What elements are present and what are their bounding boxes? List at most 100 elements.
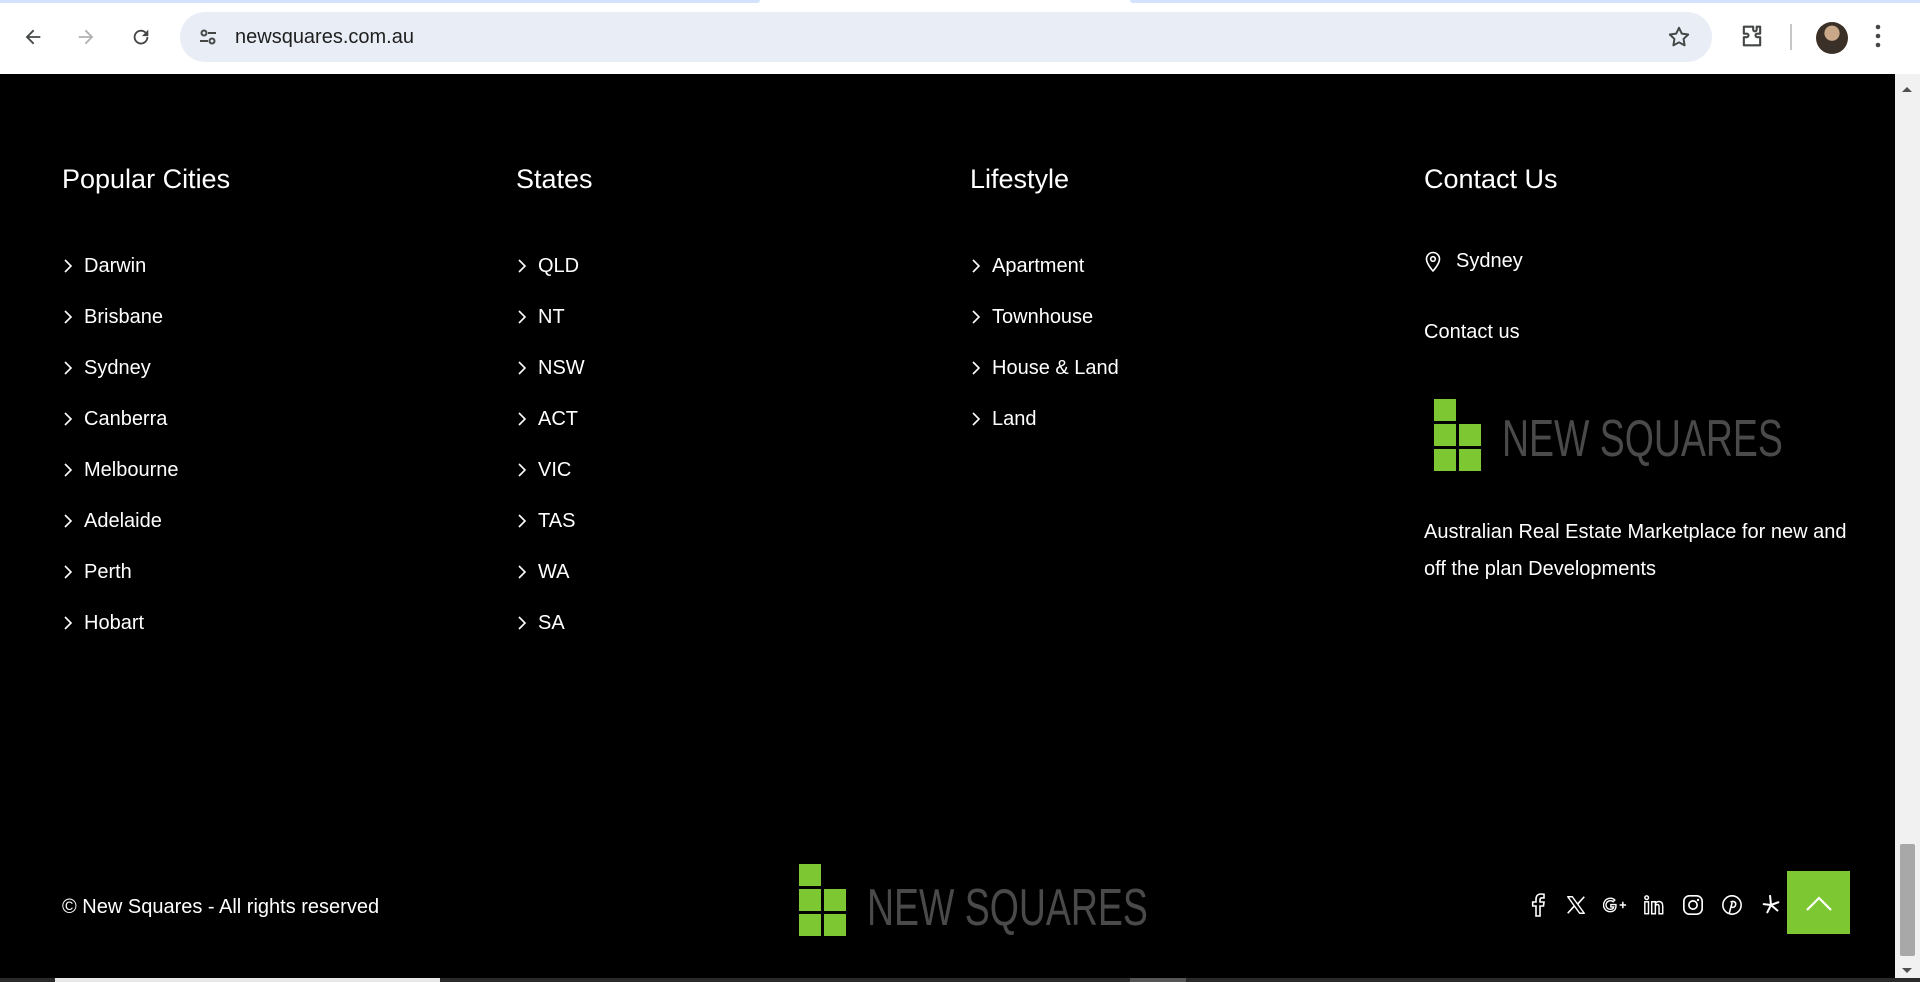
footer-link-brisbane[interactable]: Brisbane — [62, 305, 179, 356]
link-label[interactable]: Townhouse — [992, 305, 1093, 329]
column-heading: Lifestyle — [970, 164, 1070, 194]
link-label[interactable]: Land — [992, 407, 1037, 431]
google-plus-icon[interactable] — [1602, 892, 1628, 918]
site-footer: Popular Cities Darwin Brisbane Sydney Ca… — [0, 74, 1895, 978]
link-label[interactable]: Apartment — [992, 254, 1084, 278]
footer-column-contact: Contact Us Sydney Contact us NEW SQUARES… — [1424, 74, 1864, 774]
footer-link-qld[interactable]: QLD — [516, 254, 585, 305]
browser-toolbar: newsquares.com.au — [0, 0, 1920, 74]
link-label[interactable]: TAS — [538, 509, 575, 533]
address-bar[interactable]: newsquares.com.au — [180, 12, 1712, 62]
footer-link-sydney[interactable]: Sydney — [62, 356, 179, 407]
lifestyle-list: Apartment Townhouse House & Land Land — [970, 254, 1119, 458]
url-text[interactable]: newsquares.com.au — [235, 26, 414, 49]
chevron-right-icon — [62, 560, 84, 584]
reload-icon — [133, 29, 149, 45]
horizontal-scroll-thumb[interactable] — [55, 978, 440, 982]
footer-link-canberra[interactable]: Canberra — [62, 407, 179, 458]
contact-location: Sydney — [1424, 250, 1523, 273]
site-tagline: Australian Real Estate Marketplace for n… — [1424, 521, 1847, 580]
link-label[interactable]: Perth — [84, 560, 132, 584]
toolbar-divider — [1790, 24, 1792, 50]
link-label[interactable]: Sydney — [84, 356, 151, 380]
footer-link-hobart[interactable]: Hobart — [62, 611, 179, 662]
column-heading: Contact Us — [1424, 164, 1558, 194]
back-to-top-button[interactable] — [1787, 871, 1850, 934]
chevron-right-icon — [62, 356, 84, 380]
link-label[interactable]: Hobart — [84, 611, 144, 635]
page-scrollbar[interactable] — [1895, 74, 1920, 978]
scroll-up-arrow-icon[interactable] — [1901, 80, 1913, 98]
forward-button[interactable] — [69, 20, 103, 54]
link-label[interactable]: NT — [538, 305, 565, 329]
back-button[interactable] — [16, 20, 50, 54]
chevron-right-icon — [970, 254, 992, 278]
yelp-icon[interactable] — [1758, 892, 1784, 918]
footer-link-vic[interactable]: VIC — [516, 458, 585, 509]
footer-link-nsw[interactable]: NSW — [516, 356, 585, 407]
chevron-right-icon — [62, 254, 84, 278]
footer-link-wa[interactable]: WA — [516, 560, 585, 611]
footer-logo[interactable]: NEW SQUARES — [799, 864, 1148, 946]
footer-link-act[interactable]: ACT — [516, 407, 585, 458]
chevron-right-icon — [970, 407, 992, 431]
footer-link-house-and-land[interactable]: House & Land — [970, 356, 1119, 407]
contact-us-link[interactable]: Contact us — [1424, 321, 1520, 344]
footer-link-apartment[interactable]: Apartment — [970, 254, 1119, 305]
column-heading: States — [516, 164, 593, 194]
footer-link-perth[interactable]: Perth — [62, 560, 179, 611]
chevron-right-icon — [62, 611, 84, 635]
footer-link-land[interactable]: Land — [970, 407, 1119, 458]
link-label[interactable]: NSW — [538, 356, 585, 380]
link-label[interactable]: House & Land — [992, 356, 1119, 380]
reload-button[interactable] — [124, 20, 158, 54]
chevron-right-icon — [970, 305, 992, 329]
site-info-icon[interactable] — [196, 25, 220, 54]
link-label[interactable]: Adelaide — [84, 509, 162, 533]
chevron-right-icon — [516, 407, 538, 431]
footer-link-melbourne[interactable]: Melbourne — [62, 458, 179, 509]
chevron-right-icon — [62, 407, 84, 431]
x-twitter-icon[interactable] — [1563, 892, 1589, 918]
link-label[interactable]: ACT — [538, 407, 578, 431]
chevron-right-icon — [62, 458, 84, 482]
map-pin-icon — [1424, 251, 1456, 273]
instagram-icon[interactable] — [1680, 892, 1706, 918]
pinterest-icon[interactable] — [1719, 892, 1745, 918]
link-label[interactable]: Melbourne — [84, 458, 179, 482]
footer-link-tas[interactable]: TAS — [516, 509, 585, 560]
link-label[interactable]: Brisbane — [84, 305, 163, 329]
chevron-right-icon — [970, 356, 992, 380]
chevron-right-icon — [516, 356, 538, 380]
linkedin-icon[interactable] — [1641, 892, 1667, 918]
footer-link-townhouse[interactable]: Townhouse — [970, 305, 1119, 356]
link-label[interactable]: WA — [538, 560, 569, 584]
footer-link-darwin[interactable]: Darwin — [62, 254, 179, 305]
link-label[interactable]: Canberra — [84, 407, 167, 431]
link-label[interactable]: Darwin — [84, 254, 146, 278]
copyright-text: © New Squares - All rights reserved — [62, 896, 380, 918]
chevron-right-icon — [516, 305, 538, 329]
popular-cities-list: Darwin Brisbane Sydney Canberra Melbourn… — [62, 254, 179, 662]
chevron-up-icon — [1805, 895, 1832, 911]
logo-wordmark: NEW SQUARES — [1502, 410, 1783, 468]
chevron-right-icon — [516, 458, 538, 482]
facebook-icon[interactable] — [1525, 892, 1551, 918]
footer-link-nt[interactable]: NT — [516, 305, 585, 356]
tab-strip — [0, 0, 1920, 4]
kebab-menu-icon[interactable] — [1874, 22, 1882, 55]
link-label[interactable]: SA — [538, 611, 565, 635]
extensions-puzzle-icon[interactable] — [1738, 22, 1766, 55]
footer-link-sa[interactable]: SA — [516, 611, 585, 662]
horizontal-scroll-strip — [0, 978, 1920, 982]
scrollbar-thumb[interactable] — [1900, 844, 1915, 956]
profile-avatar[interactable] — [1816, 22, 1848, 54]
footer-link-adelaide[interactable]: Adelaide — [62, 509, 179, 560]
location-text: Sydney — [1456, 250, 1523, 272]
bookmark-star-icon[interactable] — [1666, 24, 1692, 55]
new-squares-logo[interactable]: NEW SQUARES — [1434, 399, 1783, 481]
chevron-right-icon — [516, 509, 538, 533]
link-label[interactable]: VIC — [538, 458, 571, 482]
chevron-right-icon — [516, 560, 538, 584]
link-label[interactable]: QLD — [538, 254, 579, 278]
